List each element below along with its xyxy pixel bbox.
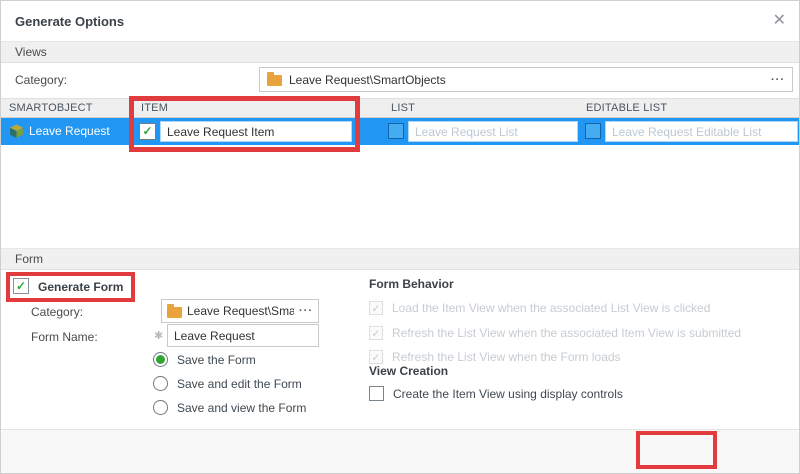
dialog-footer: i OK CANCEL (1, 429, 800, 474)
radio-button-icon[interactable] (153, 352, 168, 367)
generate-form-checkbox[interactable] (13, 278, 29, 294)
folder-icon (167, 307, 182, 318)
form-name-input[interactable] (167, 324, 319, 347)
view-creation-option-label: Create the Item View using display contr… (393, 387, 623, 401)
view-creation-option[interactable]: Create the Item View using display contr… (369, 386, 623, 401)
generate-form-label: Generate Form (38, 280, 123, 294)
views-section-header: Views (1, 41, 800, 63)
browse-ellipsis-button[interactable]: ··· (299, 305, 313, 317)
column-header-smartobject: SMARTOBJECT (9, 102, 93, 114)
item-view-name-input[interactable] (160, 121, 352, 142)
form-category-value: Leave Request\SmartObje (187, 304, 294, 318)
view-creation-header: View Creation (369, 364, 448, 378)
behavior-option-label: Load the Item View when the associated L… (392, 301, 710, 315)
radio-button-icon[interactable] (153, 376, 168, 391)
column-header-editable-list: EDITABLE LIST (586, 102, 667, 114)
dialog-title: Generate Options (15, 14, 124, 29)
form-category-picker[interactable]: Leave Request\SmartObje ··· (161, 299, 319, 323)
behavior-option-load-item-view: Load the Item View when the associated L… (369, 301, 710, 315)
behavior-option-label: Refresh the List View when the associate… (392, 326, 741, 340)
form-behavior-header: Form Behavior (369, 277, 454, 291)
close-icon[interactable]: ✕ (773, 10, 786, 30)
behavior-option-refresh-on-submit: Refresh the List View when the associate… (369, 326, 741, 340)
column-header-list: LIST (391, 102, 415, 114)
folder-icon (267, 75, 282, 86)
list-view-checkbox[interactable] (388, 123, 404, 139)
radio-save-and-edit[interactable]: Save and edit the Form (153, 376, 302, 391)
radio-label: Save and view the Form (177, 401, 306, 415)
smartobject-name: Leave Request (29, 124, 110, 138)
form-section-header: Form (1, 248, 800, 270)
views-category-label: Category: (15, 73, 67, 87)
editable-list-view-name-input[interactable] (605, 121, 798, 142)
disabled-checked-checkbox-icon (369, 326, 383, 340)
smartobject-cube-icon (9, 124, 24, 142)
list-view-name-input[interactable] (408, 121, 578, 142)
form-category-label: Category: (31, 305, 83, 319)
behavior-option-refresh-on-load: Refresh the List View when the Form load… (369, 350, 621, 364)
views-category-value: Leave Request\SmartObjects (289, 73, 446, 87)
item-view-checkbox[interactable] (139, 123, 156, 140)
disabled-checked-checkbox-icon (369, 301, 383, 315)
create-item-view-checkbox[interactable] (369, 386, 384, 401)
generate-options-dialog: Generate Options ✕ Views Category: Leave… (0, 0, 800, 474)
behavior-option-label: Refresh the List View when the Form load… (392, 350, 621, 364)
disabled-checked-checkbox-icon (369, 350, 383, 364)
editable-list-view-checkbox[interactable] (585, 123, 601, 139)
form-name-label: Form Name: (31, 330, 98, 344)
table-row[interactable]: Leave Request (1, 118, 800, 145)
table-header: SMARTOBJECT ITEM LIST EDITABLE LIST (1, 98, 800, 118)
column-header-item: ITEM (141, 102, 168, 114)
required-star-icon: ✱ (154, 329, 163, 342)
radio-save-and-view[interactable]: Save and view the Form (153, 400, 306, 415)
radio-save-the-form[interactable]: Save the Form (153, 352, 256, 367)
browse-ellipsis-button[interactable]: ··· (771, 74, 785, 86)
views-category-picker[interactable]: Leave Request\SmartObjects ··· (259, 67, 793, 92)
radio-button-icon[interactable] (153, 400, 168, 415)
radio-label: Save and edit the Form (177, 377, 302, 391)
radio-label: Save the Form (177, 353, 256, 367)
